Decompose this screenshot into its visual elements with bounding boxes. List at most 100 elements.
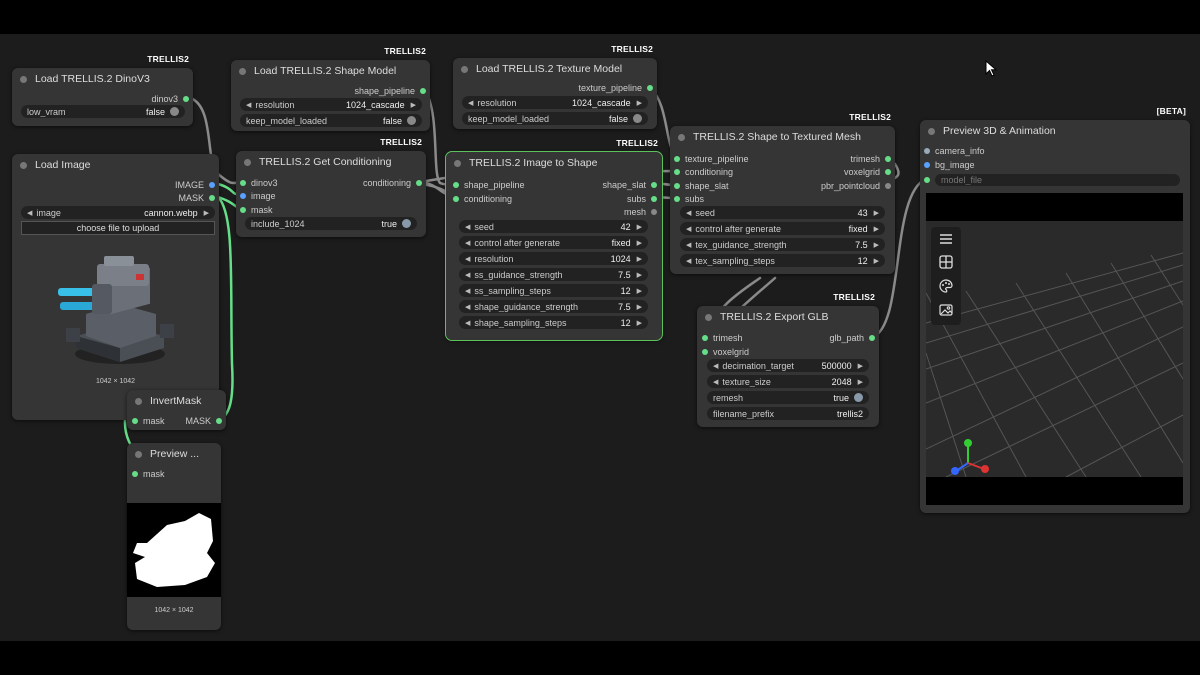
widget-remesh[interactable]: remesh true — [707, 391, 869, 404]
arrow-left-icon[interactable]: ◀ — [246, 101, 251, 109]
input-socket-camera-info[interactable] — [924, 148, 930, 154]
input-socket-mask[interactable] — [132, 418, 138, 424]
collapse-dot[interactable] — [678, 133, 685, 141]
output-socket-mesh[interactable] — [651, 209, 657, 215]
arrow-left-icon[interactable]: ◀ — [465, 223, 470, 231]
output-socket-image[interactable] — [209, 182, 215, 188]
node-graph-canvas[interactable]: TRELLIS2 Load TRELLIS.2 DinoV3 dinov3 lo… — [0, 34, 1200, 641]
upload-button[interactable]: choose file to upload — [21, 221, 215, 235]
widget-tex-sampling-steps[interactable]: ◀ tex_sampling_steps 12 ▶ — [680, 254, 885, 267]
input-socket-model-file[interactable] — [924, 177, 930, 183]
arrow-left-icon[interactable]: ◀ — [686, 257, 691, 265]
input-socket-subs[interactable] — [674, 196, 680, 202]
arrow-right-icon[interactable]: ▶ — [637, 223, 642, 231]
arrow-left-icon[interactable]: ◀ — [465, 319, 470, 327]
arrow-left-icon[interactable]: ◀ — [686, 225, 691, 233]
output-socket-glb-path[interactable] — [869, 335, 875, 341]
arrow-right-icon[interactable]: ▶ — [637, 239, 642, 247]
output-socket-texture-pipeline[interactable] — [647, 85, 653, 91]
arrow-right-icon[interactable]: ▶ — [637, 319, 642, 327]
input-socket-texture-pipeline[interactable] — [674, 156, 680, 162]
arrow-right-icon[interactable]: ▶ — [874, 241, 879, 249]
arrow-left-icon[interactable]: ◀ — [686, 209, 691, 217]
grid-icon[interactable] — [935, 252, 957, 272]
collapse-dot[interactable] — [20, 161, 27, 169]
collapse-dot[interactable] — [928, 127, 935, 135]
arrow-right-icon[interactable]: ▶ — [637, 287, 642, 295]
output-socket-mask[interactable] — [209, 195, 215, 201]
input-socket-mask[interactable] — [240, 207, 246, 213]
arrow-right-icon[interactable]: ▶ — [874, 257, 879, 265]
node-export-glb[interactable]: TRELLIS2 TRELLIS.2 Export GLB trimesh vo… — [697, 292, 879, 427]
collapse-dot[interactable] — [135, 450, 142, 458]
output-socket-voxelgrid[interactable] — [885, 169, 891, 175]
input-socket-conditioning[interactable] — [453, 196, 459, 202]
palette-icon[interactable] — [935, 276, 957, 296]
node-load-image[interactable]: Load Image IMAGE MASK ◀ image cannon.webp ▶… — [12, 154, 219, 420]
arrow-right-icon[interactable]: ▶ — [204, 209, 209, 217]
widget-decimation-target[interactable]: ◀ decimation_target 500000 ▶ — [707, 359, 869, 372]
collapse-dot[interactable] — [461, 65, 468, 73]
menu-icon[interactable] — [935, 229, 957, 249]
output-socket-dinov3[interactable] — [183, 96, 189, 102]
widget-resolution[interactable]: ◀ resolution 1024_cascade ▶ — [462, 96, 648, 109]
collapse-dot[interactable] — [20, 75, 27, 83]
widget-ss-sampling-steps[interactable]: ◀ ss_sampling_steps 12 ▶ — [459, 284, 648, 297]
node-load-texture-model[interactable]: TRELLIS2 Load TRELLIS.2 Texture Model te… — [453, 44, 657, 129]
widget-texture-size[interactable]: ◀ texture_size 2048 ▶ — [707, 375, 869, 388]
collapse-dot[interactable] — [705, 313, 712, 321]
widget-low-vram[interactable]: low_vram false — [21, 105, 185, 118]
widget-keep-model-loaded[interactable]: keep_model_loaded false — [462, 112, 648, 125]
widget-shape-sampling-steps[interactable]: ◀ shape_sampling_steps 12 ▶ — [459, 316, 648, 329]
widget-model-file[interactable]: model_file — [935, 174, 1180, 186]
widget-keep-model-loaded[interactable]: keep_model_loaded false — [240, 114, 422, 127]
collapse-dot[interactable] — [239, 67, 246, 75]
input-socket-image[interactable] — [240, 193, 246, 199]
output-socket-shape-pipeline[interactable] — [420, 88, 426, 94]
widget-control-after-generate[interactable]: ◀ control after generate fixed ▶ — [680, 222, 885, 235]
input-socket-bg-image[interactable] — [924, 162, 930, 168]
widget-tex-guidance-strength[interactable]: ◀ tex_guidance_strength 7.5 ▶ — [680, 238, 885, 251]
input-socket-voxelgrid[interactable] — [702, 349, 708, 355]
widget-ss-guidance-strength[interactable]: ◀ ss_guidance_strength 7.5 ▶ — [459, 268, 648, 281]
collapse-dot[interactable] — [454, 159, 461, 167]
output-socket-mask[interactable] — [216, 418, 222, 424]
node-preview-3d[interactable]: [BETA] Preview 3D & Animation camera_inf… — [920, 106, 1190, 513]
arrow-right-icon[interactable]: ▶ — [637, 255, 642, 263]
input-socket-trimesh[interactable] — [702, 335, 708, 341]
node-invert-mask[interactable]: InvertMask mask MASK — [127, 390, 226, 430]
arrow-left-icon[interactable]: ◀ — [686, 241, 691, 249]
input-socket-shape-slat[interactable] — [674, 183, 680, 189]
node-load-dinov3[interactable]: TRELLIS2 Load TRELLIS.2 DinoV3 dinov3 lo… — [12, 54, 193, 126]
input-socket-dinov3[interactable] — [240, 180, 246, 186]
collapse-dot[interactable] — [244, 158, 251, 166]
widget-control-after-generate[interactable]: ◀ control after generate fixed ▶ — [459, 236, 648, 249]
arrow-right-icon[interactable]: ▶ — [637, 303, 642, 311]
arrow-right-icon[interactable]: ▶ — [637, 271, 642, 279]
widget-seed[interactable]: ◀ seed 42 ▶ — [459, 220, 648, 233]
widget-resolution[interactable]: ◀ resolution 1024_cascade ▶ — [240, 98, 422, 111]
widget-shape-guidance-strength[interactable]: ◀ shape_guidance_strength 7.5 ▶ — [459, 300, 648, 313]
arrow-left-icon[interactable]: ◀ — [468, 99, 473, 107]
arrow-right-icon[interactable]: ▶ — [874, 209, 879, 217]
arrow-left-icon[interactable]: ◀ — [465, 255, 470, 263]
node-get-conditioning[interactable]: TRELLIS2 TRELLIS.2 Get Conditioning dino… — [236, 137, 426, 237]
input-socket-conditioning[interactable] — [674, 169, 680, 175]
arrow-left-icon[interactable]: ◀ — [713, 362, 718, 370]
widget-image-select[interactable]: ◀ image cannon.webp ▶ — [21, 206, 215, 219]
output-socket-trimesh[interactable] — [885, 156, 891, 162]
collapse-dot[interactable] — [135, 397, 142, 405]
arrow-left-icon[interactable]: ◀ — [465, 239, 470, 247]
widget-seed[interactable]: ◀ seed 43 ▶ — [680, 206, 885, 219]
node-load-shape-model[interactable]: TRELLIS2 Load TRELLIS.2 Shape Model shap… — [231, 46, 430, 131]
3d-viewport[interactable] — [926, 193, 1183, 505]
output-socket-subs[interactable] — [651, 196, 657, 202]
widget-include-1024[interactable]: include_1024 true — [245, 217, 417, 230]
arrow-right-icon[interactable]: ▶ — [858, 378, 863, 386]
node-image-to-shape[interactable]: TRELLIS2 TRELLIS.2 Image to Shape shape_… — [445, 138, 663, 341]
output-socket-conditioning[interactable] — [416, 180, 422, 186]
arrow-right-icon[interactable]: ▶ — [874, 225, 879, 233]
arrow-left-icon[interactable]: ◀ — [713, 378, 718, 386]
input-socket-shape-pipeline[interactable] — [453, 182, 459, 188]
node-shape-to-textured-mesh[interactable]: TRELLIS2 TRELLIS.2 Shape to Textured Mes… — [670, 112, 895, 274]
